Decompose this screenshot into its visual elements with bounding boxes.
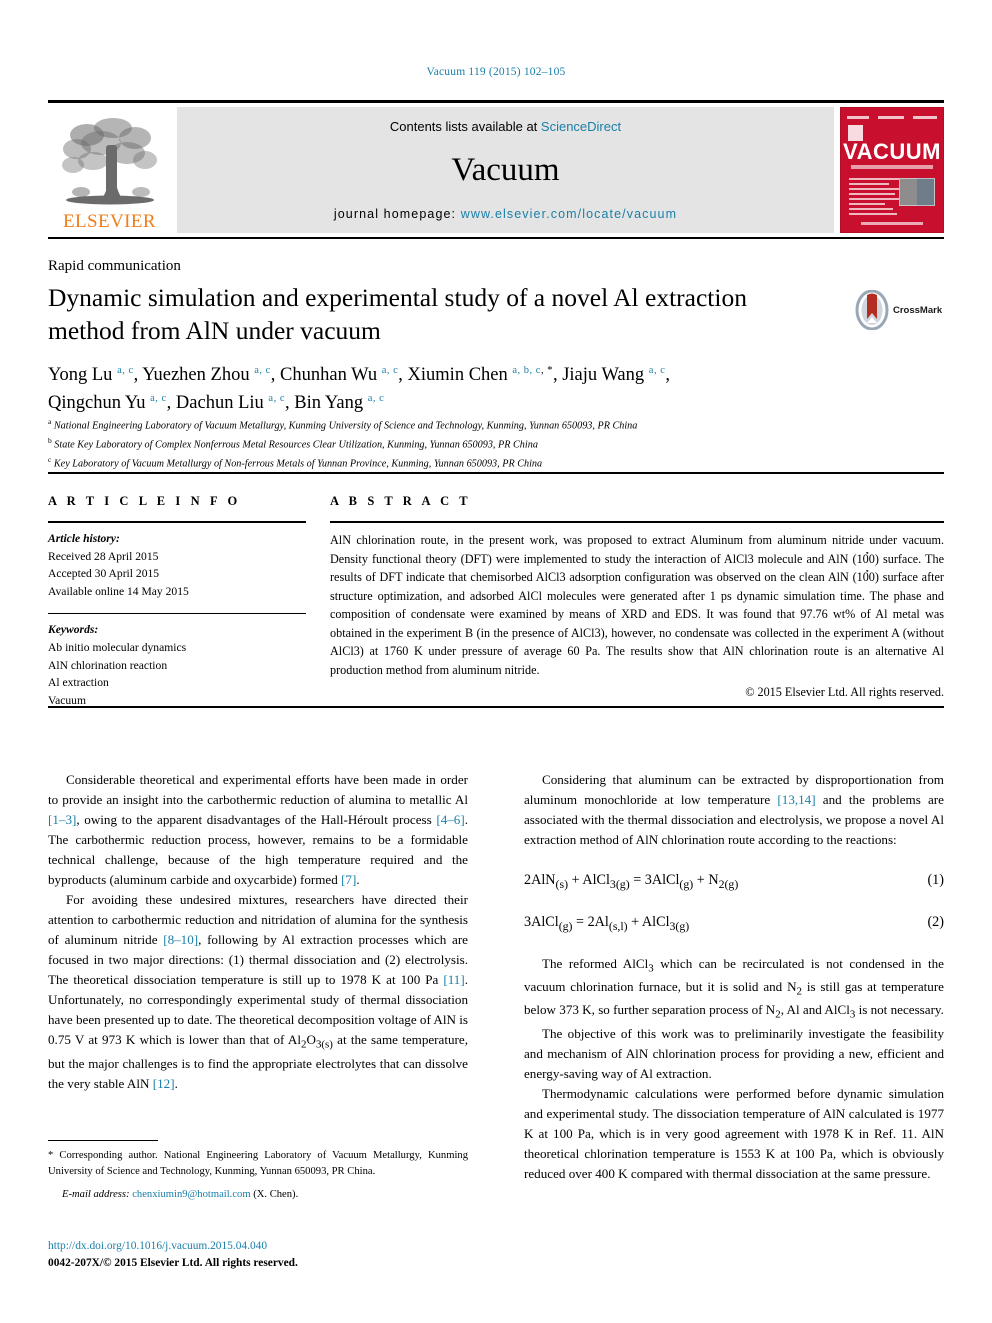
elsevier-tree-icon <box>61 118 157 205</box>
email-link[interactable]: chenxiumin9@hotmail.com <box>132 1189 250 1200</box>
affiliation-text: Key Laboratory of Vacuum Metallurgy of N… <box>53 458 543 470</box>
abstract-text: AlN chlorination route, in the present w… <box>330 533 944 677</box>
email-line: E-mail address: chenxiumin9@hotmail.com … <box>48 1187 468 1203</box>
citation-ref[interactable]: [8–10] <box>163 932 198 947</box>
equation-body: 2AlN(s) + AlCl3(g) = 3AlCl(g) + N2(g) <box>524 872 739 891</box>
journal-homepage-line: journal homepage: www.elsevier.com/locat… <box>334 207 677 221</box>
citation-ref[interactable]: [7] <box>341 872 356 887</box>
article-history-group: Article history: Received 28 April 2015 … <box>48 530 306 600</box>
affiliation-mark: c <box>48 454 52 464</box>
crossmark-icon <box>855 290 889 330</box>
article-info-rule <box>48 521 306 523</box>
equation-1: 2AlN(s) + AlCl3(g) = 3AlCl(g) + N2(g) (1… <box>524 872 944 892</box>
elsevier-wordmark: ELSEVIER <box>63 211 156 232</box>
affiliation-item: c Key Laboratory of Vacuum Metallurgy of… <box>48 454 928 473</box>
elsevier-logo: ELSEVIER <box>48 107 171 233</box>
body-paragraph: Thermodynamic calculations were performe… <box>524 1085 944 1181</box>
crossmark-badge[interactable]: CrossMark <box>855 288 945 332</box>
keyword-item: Al extraction <box>48 676 109 690</box>
cover-text-lines <box>849 178 901 218</box>
page-title: Dynamic simulation and experimental stud… <box>48 283 747 345</box>
article-info-separator <box>48 613 306 615</box>
history-item: Accepted 30 April 2015 <box>48 567 160 581</box>
abstract-heading: A B S T R A C T <box>330 494 472 508</box>
affiliation-text: State Key Laboratory of Complex Nonferro… <box>54 439 538 451</box>
body-paragraph: Considerable theoretical and experimenta… <box>48 772 468 888</box>
history-item: Received 28 April 2015 <box>48 549 159 563</box>
body-paragraph: The reformed AlCl3 which can be recircul… <box>524 955 944 1022</box>
citation-ref[interactable]: [11] <box>443 972 464 987</box>
email-label: E-mail address: <box>62 1188 130 1200</box>
cover-footer-bar <box>861 222 923 225</box>
email-suffix: (X. Chen). <box>253 1188 299 1200</box>
cover-subtitle-bar <box>851 165 933 169</box>
abstract-copyright: © 2015 Elsevier Ltd. All rights reserved… <box>745 685 944 700</box>
masthead-center: Contents lists available at ScienceDirec… <box>177 107 834 233</box>
equation-number: (1) <box>927 872 944 889</box>
cover-title: VACUUM <box>843 139 941 164</box>
equation-body: 3AlCl(g) = 2Al(s,l) + AlCl3(g) <box>524 913 690 933</box>
corresponding-author-text: * Corresponding author. National Enginee… <box>48 1150 468 1177</box>
body-paragraph: For avoiding these undesired mixtures, r… <box>48 892 468 1091</box>
cover-topbar <box>847 113 937 122</box>
footnote-rule <box>48 1140 158 1141</box>
body-column-left: Considerable theoretical and experimenta… <box>48 770 468 1094</box>
abstract-column: A B S T R A C T AlN chlorination route, … <box>330 494 944 700</box>
paper-page: Vacuum 119 (2015) 102–105 ELSEVIER Conte… <box>0 0 992 1323</box>
body-column-right: Considering that aluminum can be extract… <box>524 770 944 1184</box>
affiliation-item: b State Key Laboratory of Complex Nonfer… <box>48 435 928 454</box>
corresponding-author-footnote: * Corresponding author. National Enginee… <box>48 1148 468 1203</box>
contents-list-line: Contents lists available at ScienceDirec… <box>390 119 621 134</box>
homepage-label: journal homepage: <box>333 207 461 221</box>
doi-link[interactable]: http://dx.doi.org/10.1016/j.vacuum.2015.… <box>48 1238 508 1255</box>
running-head: Vacuum 119 (2015) 102–105 <box>426 66 566 78</box>
affiliation-list: a National Engineering Laboratory of Vac… <box>48 416 928 473</box>
abstract-block-rule-top <box>48 472 944 474</box>
cover-micrograph <box>899 178 935 206</box>
citation-ref[interactable]: [12] <box>153 1076 175 1091</box>
article-history-label: Article history: <box>48 532 120 545</box>
article-info-heading: A R T I C L E I N F O <box>48 494 241 508</box>
article-info-column: A R T I C L E I N F O Article history: R… <box>48 494 306 709</box>
article-type: Rapid communication <box>48 258 181 274</box>
affiliation-mark: a <box>48 417 52 426</box>
keywords-label: Keywords: <box>48 623 99 637</box>
journal-masthead: ELSEVIER Contents lists available at Sci… <box>48 100 944 239</box>
masthead-rule-top <box>48 100 944 103</box>
journal-title: Vacuum <box>451 152 560 188</box>
sciencedirect-link[interactable]: ScienceDirect <box>541 119 621 134</box>
history-item: Available online 14 May 2015 <box>48 584 189 598</box>
author-list: Yong Lu a, c, Yuezhen Zhou a, c, Chunhan… <box>48 362 928 418</box>
citation-ref[interactable]: [1–3] <box>48 812 76 827</box>
citation-ref[interactable]: [13,14] <box>777 792 815 807</box>
journal-cover-thumbnail: VACUUM <box>840 107 944 233</box>
abstract-block-rule-bottom <box>48 706 944 708</box>
homepage-url-link[interactable]: www.elsevier.com/locate/vacuum <box>461 207 677 221</box>
affiliation-item: a National Engineering Laboratory of Vac… <box>48 416 928 435</box>
footer-doi-block: http://dx.doi.org/10.1016/j.vacuum.2015.… <box>48 1238 508 1271</box>
masthead-rule-bottom <box>48 237 944 239</box>
body-paragraph: The objective of this work was to prelim… <box>524 1025 944 1081</box>
keywords-group: Keywords: Ab initio molecular dynamics A… <box>48 621 306 709</box>
equation-2: 3AlCl(g) = 2Al(s,l) + AlCl3(g) (2) <box>524 914 944 934</box>
citation-ref[interactable]: [4–6] <box>436 812 464 827</box>
equation-number: (2) <box>927 913 944 930</box>
abstract-rule <box>330 521 944 523</box>
author-line-2: Qingchun Yu a, c, Dachun Liu a, c, Bin Y… <box>48 392 385 413</box>
affiliation-text: National Engineering Laboratory of Vacuu… <box>53 420 638 432</box>
contents-prefix: Contents lists available at <box>389 119 541 134</box>
crossmark-label: CrossMark <box>893 304 943 316</box>
keyword-item: AlN chlorination reaction <box>48 658 168 672</box>
keyword-item: Ab initio molecular dynamics <box>48 641 187 655</box>
author-line-1: Yong Lu a, c, Yuezhen Zhou a, c, Chunhan… <box>48 364 670 385</box>
issn-copyright-line: 0042-207X/© 2015 Elsevier Ltd. All right… <box>48 1256 298 1269</box>
affiliation-mark: b <box>48 435 52 445</box>
body-paragraph: Considering that aluminum can be extract… <box>524 772 944 848</box>
